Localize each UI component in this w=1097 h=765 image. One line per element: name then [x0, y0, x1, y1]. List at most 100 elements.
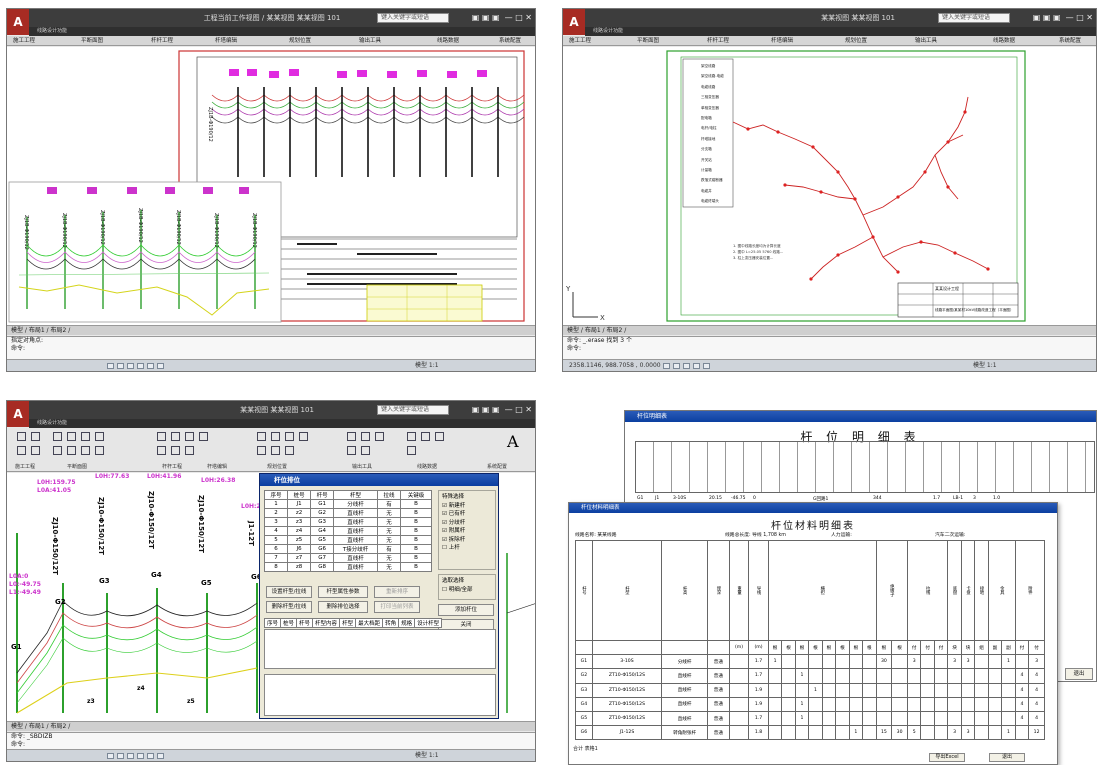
table-cell[interactable]: 无 — [376, 562, 401, 572]
menu-item[interactable]: 输出工具 — [915, 36, 937, 46]
ribbon-tool-icon[interactable] — [67, 446, 76, 455]
window-controls[interactable]: ▣ ▣ ▣ — □ ✕ — [472, 12, 532, 24]
table-cell[interactable]: 无 — [376, 517, 401, 527]
print-list-button[interactable]: 打印当前列表 — [374, 601, 420, 613]
table-cell[interactable]: 无 — [376, 526, 401, 536]
window-controls[interactable]: ▣ ▣ ▣ — □ ✕ — [1033, 12, 1093, 24]
ribbon-tool-icon[interactable] — [199, 432, 208, 441]
table-cell[interactable]: T接分歧杆 — [333, 544, 378, 554]
ribbon-tool-icon[interactable] — [53, 432, 62, 441]
ribbon-tool-icon[interactable] — [361, 432, 370, 441]
ribbon-tool-icon[interactable] — [421, 432, 430, 441]
grid-toggle-icon[interactable] — [117, 753, 124, 759]
table-cell[interactable]: B — [399, 562, 433, 572]
add-pole-button[interactable]: 添加杆位 — [438, 604, 494, 616]
otrack-toggle-icon[interactable] — [157, 363, 164, 369]
ribbon-tool-icon[interactable] — [157, 446, 166, 455]
table-cell[interactable]: 直线杆 — [333, 526, 378, 536]
layout-tabs[interactable]: 模型 / 布局1 / 布局2 / — [7, 325, 535, 335]
command-prompt[interactable]: 命令: — [11, 741, 535, 749]
table-cell[interactable]: 直线杆 — [333, 508, 378, 518]
polar-toggle-icon[interactable] — [693, 363, 700, 369]
menu-item[interactable]: 线路数据 — [993, 36, 1015, 46]
ribbon-tool-icon[interactable] — [257, 432, 266, 441]
status-model-label[interactable]: 模型 1:1 — [415, 360, 439, 371]
snap-toggle-icon[interactable] — [107, 753, 114, 759]
menu-item[interactable]: 输出工具 — [359, 36, 381, 46]
status-model-label[interactable]: 模型 1:1 — [415, 750, 439, 761]
option-branch-pole[interactable]: ☑ 分歧杆 — [442, 519, 492, 528]
command-line[interactable]: 命令: _SBDIZB 命令: — [7, 732, 535, 750]
option-new-pole[interactable]: ☑ 新建杆 — [442, 502, 492, 511]
table-cell[interactable]: 直线杆 — [333, 517, 378, 527]
ribbon-tool-icon[interactable] — [407, 432, 416, 441]
app-logo[interactable]: A — [7, 9, 29, 35]
table-cell[interactable]: 直线杆 — [333, 553, 378, 563]
ribbon-tool-icon[interactable] — [285, 432, 294, 441]
table-cell[interactable]: 无 — [376, 535, 401, 545]
column-header[interactable]: 设计杆型 — [414, 618, 443, 628]
menu-item[interactable]: 杆塔编辑 — [215, 36, 237, 46]
osnap-toggle-icon[interactable] — [703, 363, 710, 369]
checkbox-label[interactable]: 拆除杆 — [449, 537, 466, 543]
app-logo[interactable]: A — [563, 9, 585, 35]
message-box[interactable] — [264, 674, 496, 716]
detail-table-body[interactable] — [264, 629, 496, 669]
drawing-area[interactable]: L0H:159.75 L0A:41.05 L0H:77.63 L0H:41.96… — [7, 473, 535, 721]
drawing-area[interactable]: Y X 架空线路 架空线路-电缆 电缆线路 三相变压器 单相变压器 配电箱 电杆… — [563, 47, 1096, 325]
menu-item[interactable]: 规划位置 — [289, 36, 311, 46]
snap-toggle-icon[interactable] — [107, 363, 114, 369]
search-input[interactable]: 键入关键字或短语 — [377, 405, 449, 415]
option-up-pole[interactable]: ☐ 上杆 — [442, 544, 492, 553]
ribbon-tool-icon[interactable] — [95, 432, 104, 441]
column-header[interactable]: 最大档距 — [355, 618, 384, 628]
table-row[interactable]: G6 J1-12S 转角耐张杆 普通 1.8 1 15 30 5 3 3 1 12 — [575, 725, 1045, 741]
layout-tabs[interactable]: 模型 / 布局1 / 布局2 / — [7, 721, 535, 731]
menu-item[interactable]: 杆杆工程 — [151, 36, 173, 46]
checkbox-label[interactable]: 附属杆 — [449, 528, 466, 534]
table-cell[interactable]: B — [399, 499, 433, 509]
ribbon-tool-icon[interactable] — [17, 446, 26, 455]
ribbon-tool-icon[interactable] — [435, 432, 444, 441]
table-row[interactable]: G4 ZT10-Φ150/12S 直线杆 普通 1.9 1 4 4 — [575, 696, 1045, 712]
table-cell[interactable]: 直线杆 — [333, 562, 378, 572]
qat-label[interactable]: 线路设计功能 — [37, 28, 67, 34]
ribbon-tool-icon[interactable] — [185, 446, 194, 455]
delete-selection-button[interactable]: 删除排位选择 — [318, 601, 368, 613]
table-row[interactable]: 5 z5 G5 直线杆无 B — [263, 535, 433, 545]
table-cell[interactable]: 直线杆 — [333, 535, 378, 545]
ribbon-tool-icon[interactable] — [271, 432, 280, 441]
table-cell[interactable]: 有 — [376, 544, 401, 554]
column-header[interactable]: 序号 — [263, 618, 282, 628]
column-header[interactable]: 转角 — [382, 618, 400, 628]
osnap-toggle-icon[interactable] — [147, 363, 154, 369]
table-row[interactable]: 4 z4 G4 直线杆无 B — [263, 526, 433, 536]
table-cell[interactable]: B — [399, 517, 433, 527]
ribbon-tool-icon[interactable] — [67, 432, 76, 441]
search-input[interactable]: 键入关键字或短语 — [377, 13, 449, 23]
ribbon-tool-icon[interactable] — [95, 446, 104, 455]
table-row[interactable]: G1 3-10S 分线杆 普通 1.7 1 30 3 3 3 1 3 — [575, 654, 1045, 670]
qat-label[interactable]: 线路设计功能 — [37, 420, 67, 426]
ribbon-tool-icon[interactable] — [81, 446, 90, 455]
search-input[interactable]: 键入关键字或短语 — [938, 13, 1010, 23]
checkbox-label[interactable]: 上杆 — [449, 545, 460, 551]
column-header[interactable]: 杆号 — [296, 618, 314, 628]
ribbon-tool-icon[interactable] — [347, 432, 356, 441]
back-exit-button[interactable]: 退出 — [1065, 668, 1093, 680]
menu-item[interactable]: 平断面图 — [637, 36, 659, 46]
table-row[interactable]: 1 J1 G1 分线杆有 B — [263, 499, 433, 509]
ribbon-tool-icon[interactable] — [171, 446, 180, 455]
ribbon-tool-icon[interactable] — [347, 446, 356, 455]
ribbon-tool-icon[interactable] — [157, 432, 166, 441]
window-controls[interactable]: ▣ ▣ ▣ — □ ✕ — [472, 404, 532, 416]
command-prompt[interactable]: 命令: — [567, 345, 1096, 353]
status-model-label[interactable]: 模型 1:1 — [973, 360, 997, 371]
option-attached-pole[interactable]: ☑ 附属杆 — [442, 527, 492, 536]
table-cell[interactable]: B — [399, 535, 433, 545]
column-header[interactable]: 桩号 — [280, 618, 298, 628]
ribbon-tool-icon[interactable] — [361, 446, 370, 455]
column-header[interactable]: 拉线 — [376, 490, 401, 500]
option-range[interactable]: ☐ 明细/全部 — [442, 586, 492, 595]
checkbox-label[interactable]: 新建杆 — [449, 503, 466, 509]
